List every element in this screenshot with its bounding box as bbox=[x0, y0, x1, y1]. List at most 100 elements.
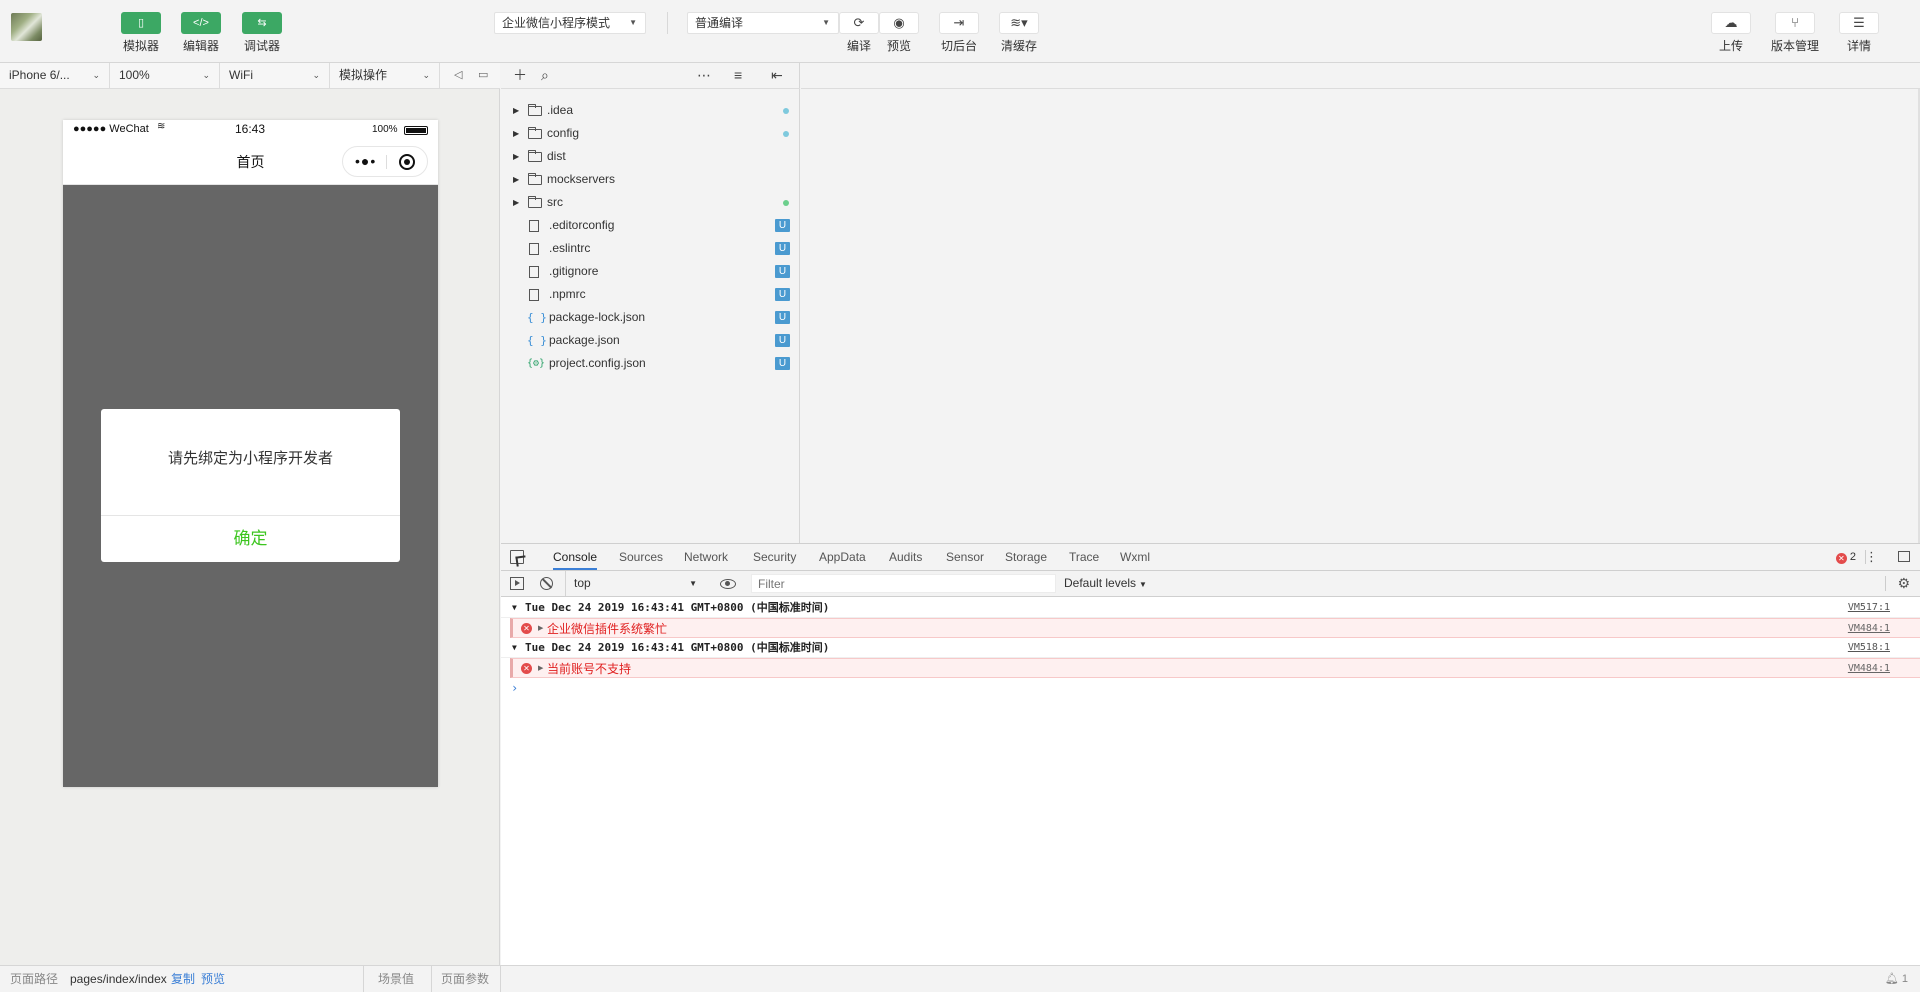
tree-file[interactable]: {⚙} project.config.json U bbox=[501, 352, 800, 375]
source-link[interactable]: VM517:1 bbox=[1848, 598, 1890, 618]
file-icon bbox=[529, 289, 539, 301]
footer-divider bbox=[363, 966, 364, 992]
source-link[interactable]: VM518:1 bbox=[1848, 638, 1890, 658]
menu-capsule[interactable]: •●• bbox=[342, 146, 428, 177]
network-select[interactable]: WiFi ⌄ bbox=[220, 63, 330, 88]
tab-security[interactable]: Security bbox=[753, 544, 796, 570]
caret-right-icon[interactable]: ▶ bbox=[538, 619, 543, 639]
speaker-icon[interactable]: ◁ bbox=[454, 63, 462, 88]
window-icon[interactable]: ▭ bbox=[478, 63, 488, 88]
version-button[interactable]: ⑂ 版本管理 bbox=[1767, 12, 1823, 54]
caret-right-icon[interactable]: ▶ bbox=[538, 659, 543, 679]
tree-folder[interactable]: ▶ dist bbox=[501, 145, 800, 168]
console-group-header[interactable]: ▼ Tue Dec 24 2019 16:43:41 GMT+0800 (中国标… bbox=[501, 598, 1920, 618]
console-error-message[interactable]: ✕ ▶ 企业微信插件系统繁忙 VM484:1 bbox=[510, 618, 1920, 638]
tree-file[interactable]: { } package-lock.json U bbox=[501, 306, 800, 329]
source-link[interactable]: VM484:1 bbox=[1848, 659, 1890, 679]
tree-file[interactable]: .editorconfig U bbox=[501, 214, 800, 237]
tab-sensor[interactable]: Sensor bbox=[946, 544, 984, 570]
more-dots-icon[interactable]: •●• bbox=[355, 147, 376, 176]
upload-button[interactable]: ☁ 上传 bbox=[1703, 12, 1759, 54]
tree-file[interactable]: { } package.json U bbox=[501, 329, 800, 352]
caret-right-icon[interactable]: ▶ bbox=[513, 145, 519, 168]
console-log: ▼ Tue Dec 24 2019 16:43:41 GMT+0800 (中国标… bbox=[501, 598, 1920, 698]
tree-folder[interactable]: ▶ config bbox=[501, 122, 800, 145]
caret-right-icon[interactable]: ▶ bbox=[513, 122, 519, 145]
inspect-element-icon[interactable] bbox=[510, 550, 524, 564]
gear-icon[interactable]: ⚙ bbox=[1897, 571, 1910, 596]
battery-percent: 100% bbox=[372, 124, 398, 135]
tree-folder[interactable]: ▶ mockservers bbox=[501, 168, 800, 191]
tab-console[interactable]: Console bbox=[553, 544, 598, 570]
caret-right-icon[interactable]: ▶ bbox=[513, 168, 519, 191]
background-button[interactable]: ⇥ 切后台 bbox=[931, 12, 987, 54]
tree-file[interactable]: .eslintrc U bbox=[501, 237, 800, 260]
details-button[interactable]: ☰ 详情 bbox=[1831, 12, 1887, 54]
tab-appdata[interactable]: AppData bbox=[819, 544, 866, 570]
clear-console-icon[interactable] bbox=[540, 577, 553, 590]
tree-folder[interactable]: ▶ .idea bbox=[501, 99, 800, 122]
more-vertical-icon[interactable]: ⋮ bbox=[1865, 544, 1878, 570]
context-select[interactable]: top ▼ bbox=[565, 571, 705, 596]
undock-icon[interactable] bbox=[1898, 551, 1910, 562]
simulator-pane: iPhone 6/... ⌄ 100% ⌄ WiFi ⌄ 模拟操作 ⌄ ◁ ▭ ●●●●… bbox=[0, 63, 500, 965]
collapse-panel-icon[interactable]: ⇤ bbox=[771, 63, 783, 88]
phone-screen: ●●●●● WeChat ≋ 16:43 100% 首页 •●• 请先绑定为小程… bbox=[63, 120, 438, 787]
console-filter-input[interactable] bbox=[751, 574, 1056, 593]
debugger-button[interactable]: ⇆ 调试器 bbox=[232, 12, 292, 54]
add-icon[interactable]: ＋ bbox=[513, 63, 527, 88]
chevron-down-icon: ⌄ bbox=[92, 70, 100, 80]
compile-mode-select[interactable]: 普通编译 ▼ bbox=[687, 12, 839, 34]
tab-network[interactable]: Network bbox=[684, 544, 728, 570]
zoom-select[interactable]: 100% ⌄ bbox=[110, 63, 220, 88]
device-select[interactable]: iPhone 6/... ⌄ bbox=[0, 63, 110, 88]
folder-icon bbox=[528, 150, 542, 162]
tree-folder[interactable]: ▶ src bbox=[501, 191, 800, 214]
tab-audits[interactable]: Audits bbox=[889, 544, 922, 570]
tab-trace[interactable]: Trace bbox=[1069, 544, 1099, 570]
tab-sources[interactable]: Sources bbox=[619, 544, 663, 570]
tab-storage[interactable]: Storage bbox=[1005, 544, 1047, 570]
operation-select[interactable]: 模拟操作 ⌄ bbox=[330, 63, 440, 88]
error-counter[interactable]: ✕ 2 bbox=[1835, 544, 1856, 570]
caret-down-icon[interactable]: ▼ bbox=[512, 638, 517, 658]
caret-down-icon[interactable]: ▼ bbox=[512, 598, 517, 618]
devtools-tab-bar: Console Sources Network Security AppData… bbox=[501, 544, 1920, 571]
notification-bell[interactable]: 🔔︎ 1 bbox=[1885, 966, 1908, 992]
console-prompt[interactable]: › bbox=[501, 678, 1920, 698]
sort-icon[interactable]: ≡ bbox=[734, 63, 742, 88]
more-icon[interactable]: ⋯ bbox=[697, 63, 711, 88]
preview-path-link[interactable]: 预览 bbox=[201, 966, 225, 992]
file-icon bbox=[529, 220, 539, 232]
page-params-button[interactable]: 页面参数 bbox=[441, 966, 489, 992]
preview-button[interactable]: ◉ 预览 bbox=[871, 12, 927, 54]
close-target-icon[interactable] bbox=[399, 154, 415, 170]
caret-right-icon[interactable]: ▶ bbox=[513, 191, 519, 214]
caret-right-icon[interactable]: ▶ bbox=[513, 99, 519, 122]
swap-icon: ⇆ bbox=[242, 12, 282, 34]
sidebar-toggle-icon[interactable] bbox=[510, 577, 524, 590]
phone-icon: ▯ bbox=[121, 12, 161, 34]
battery-icon bbox=[404, 126, 428, 135]
clear-cache-button[interactable]: ≋▾ 清缓存 bbox=[991, 12, 1047, 54]
log-levels-select[interactable]: Default levels ▼ bbox=[1064, 571, 1147, 597]
console-group-header[interactable]: ▼ Tue Dec 24 2019 16:43:41 GMT+0800 (中国标… bbox=[501, 638, 1920, 658]
devtools-panel: Console Sources Network Security AppData… bbox=[501, 543, 1920, 965]
tree-file[interactable]: .gitignore U bbox=[501, 260, 800, 283]
source-link[interactable]: VM484:1 bbox=[1848, 619, 1890, 639]
console-error-message[interactable]: ✕ ▶ 当前账号不支持 VM484:1 bbox=[510, 658, 1920, 678]
tab-wxml[interactable]: Wxml bbox=[1120, 544, 1150, 570]
editor-button[interactable]: </> 编辑器 bbox=[171, 12, 231, 54]
modal-confirm-button[interactable]: 确定 bbox=[101, 516, 400, 562]
tree-file[interactable]: .npmrc U bbox=[501, 283, 800, 306]
copy-path-link[interactable]: 复制 bbox=[171, 966, 195, 992]
error-icon: ✕ bbox=[521, 623, 532, 634]
folder-icon bbox=[528, 173, 542, 185]
mode-select[interactable]: 企业微信小程序模式 ▼ bbox=[494, 12, 646, 34]
project-avatar[interactable] bbox=[11, 13, 42, 41]
search-icon[interactable]: ⌕ bbox=[541, 63, 549, 88]
simulator-button[interactable]: ▯ 模拟器 bbox=[111, 12, 171, 54]
chevron-down-icon: ⌄ bbox=[202, 70, 210, 80]
live-expression-eye-icon[interactable] bbox=[720, 579, 736, 589]
scene-value-button[interactable]: 场景值 bbox=[378, 966, 414, 992]
